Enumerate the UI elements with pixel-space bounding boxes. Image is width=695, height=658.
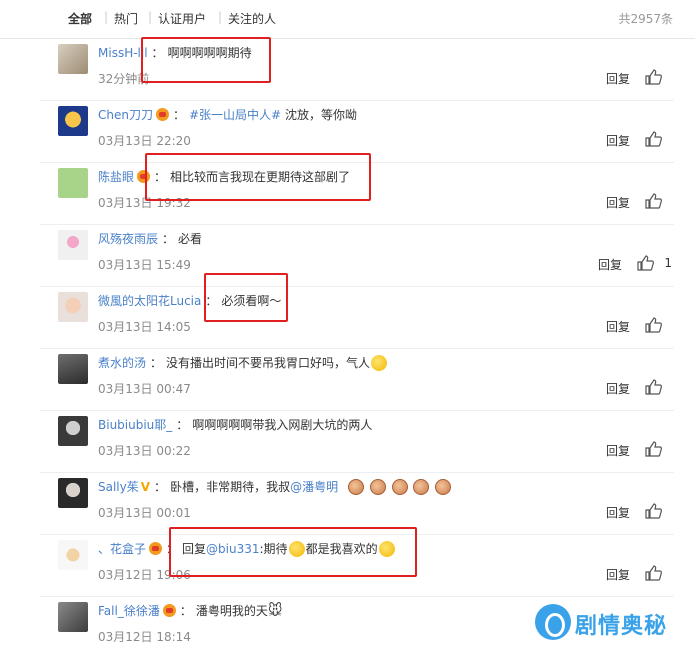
avatar[interactable]: [58, 478, 88, 508]
comment-item: MissH-lll：啊啊啊啊啊期待 32分钟前 回复: [40, 38, 674, 101]
thumbs-up-icon[interactable]: [644, 378, 664, 396]
user-name[interactable]: 陈盐眼: [98, 170, 134, 184]
bear-emoji-icon: [391, 479, 408, 495]
member-crown-icon: [149, 542, 163, 555]
comment-time: 03月13日 00:47: [98, 382, 191, 396]
comment-item: 微風的太阳花Lucia：必须看啊～ 03月13日 14:05 回复: [40, 286, 674, 349]
reply-button[interactable]: 回复: [606, 380, 630, 397]
highlight-box: [141, 37, 271, 83]
user-name[interactable]: Biubiubiu耶_: [98, 418, 172, 432]
avatar[interactable]: [58, 354, 88, 384]
watermark-logo-icon: [535, 604, 571, 640]
colon: ：: [172, 108, 185, 122]
highlight-box: [145, 153, 371, 201]
member-crown-icon: [155, 108, 169, 121]
filter-tabs: 全部 | 热门 | 认证用户 | 关注的人 共2957条: [0, 0, 695, 39]
mention-link[interactable]: @潘粤明: [290, 480, 338, 494]
user-name[interactable]: Chen刀刀: [98, 108, 153, 122]
comment-time: 03月13日 15:49: [98, 258, 191, 272]
verified-v-icon: V: [140, 480, 151, 494]
comment-text: 啊啊啊啊啊带我入网剧大坑的两人: [192, 418, 373, 432]
reply-button[interactable]: 回复: [606, 318, 630, 335]
watermark: 剧情奥秘: [531, 600, 679, 644]
reply-button[interactable]: 回复: [606, 70, 630, 87]
colon: ：: [176, 418, 189, 432]
avatar[interactable]: [58, 292, 88, 322]
thumbs-up-icon[interactable]: [644, 564, 664, 582]
user-name[interactable]: Fall_徐徐潘: [98, 604, 160, 618]
reply-button[interactable]: 回复: [598, 256, 622, 273]
tab-divider: |: [104, 10, 109, 24]
member-crown-icon: [162, 604, 176, 617]
thumbs-up-icon[interactable]: [644, 192, 664, 210]
thumbs-up-icon[interactable]: [644, 502, 664, 520]
reply-button[interactable]: 回复: [606, 442, 630, 459]
comment-text: 没有播出时间不要吊我胃口好吗，气人: [166, 356, 371, 370]
avatar[interactable]: [58, 540, 88, 570]
comment-item: Biubiubiu耶_ ：啊啊啊啊啊带我入网剧大坑的两人 03月13日 00:22…: [40, 410, 674, 473]
thumbs-up-icon[interactable]: [636, 254, 656, 272]
user-name[interactable]: Sally茱: [98, 480, 139, 494]
reply-button[interactable]: 回复: [606, 132, 630, 149]
user-name[interactable]: 、花盒子: [98, 542, 146, 556]
thumbs-up-icon[interactable]: [644, 316, 664, 334]
thumbs-up-icon[interactable]: [644, 130, 664, 148]
comment-time: 03月13日 14:05: [98, 320, 191, 334]
colon: ：: [154, 480, 167, 494]
avatar[interactable]: [58, 168, 88, 198]
user-name[interactable]: 风殇夜雨辰: [98, 232, 158, 246]
thumbs-up-icon[interactable]: [644, 68, 664, 86]
highlight-box: [169, 527, 417, 577]
tab-verified[interactable]: 认证用户: [158, 10, 206, 27]
colon: ：: [179, 604, 192, 618]
comment-text: 必看: [178, 232, 203, 246]
bear-emoji-icon: [435, 479, 452, 495]
comment-text: 沈放，等你呦: [281, 108, 357, 122]
comment-item: Sally茱 V：卧槽，非常期待，我叔@潘粤明 03月13日 00:01 回复: [40, 472, 674, 535]
mickey-emoji-icon: 🐭: [267, 603, 283, 619]
user-name[interactable]: 煮水的汤: [98, 356, 146, 370]
tab-following[interactable]: 关注的人: [228, 10, 276, 27]
colon: ：: [162, 232, 175, 246]
bear-emoji-icon: [347, 479, 364, 495]
bear-emoji-icon: [413, 479, 430, 495]
comment-text: 卧槽，非常期待，我叔: [170, 480, 291, 494]
comment-time: 03月13日 00:01: [98, 506, 191, 520]
thumbs-up-icon[interactable]: [644, 440, 664, 458]
tab-divider: |: [148, 10, 153, 24]
reply-button[interactable]: 回复: [606, 504, 630, 521]
topic-link[interactable]: #张一山局中人#: [189, 108, 281, 122]
comment-time: 03月13日 00:22: [98, 444, 191, 458]
avatar[interactable]: [58, 230, 88, 260]
comment-item: 煮水的汤 ：没有播出时间不要吊我胃口好吗，气人 03月13日 00:47 回复: [40, 348, 674, 411]
avatar[interactable]: [58, 44, 88, 74]
sweat-smile-emoji-icon: [371, 355, 388, 371]
tab-divider: |: [218, 10, 223, 24]
user-name[interactable]: 微風的太阳花Lucia: [98, 294, 201, 308]
comment-time: 03月12日 18:14: [98, 630, 191, 644]
tab-hot[interactable]: 热门: [114, 10, 138, 27]
highlight-box: [204, 273, 288, 322]
comment-text: 潘粤明我的天: [195, 604, 268, 618]
comment-item: 风殇夜雨辰 ：必看 03月13日 15:49 回复 1: [40, 224, 674, 287]
colon: ：: [150, 356, 163, 370]
reply-button[interactable]: 回复: [606, 566, 630, 583]
bear-emoji-icon: [369, 479, 386, 495]
comment-total: 共2957条: [618, 12, 673, 26]
reply-button[interactable]: 回复: [606, 194, 630, 211]
avatar[interactable]: [58, 416, 88, 446]
tab-all[interactable]: 全部: [68, 10, 92, 27]
avatar[interactable]: [58, 602, 88, 632]
avatar[interactable]: [58, 106, 88, 136]
like-count: 1: [664, 256, 672, 270]
watermark-text: 剧情奥秘: [575, 614, 668, 639]
comment-time: 03月13日 22:20: [98, 134, 191, 148]
